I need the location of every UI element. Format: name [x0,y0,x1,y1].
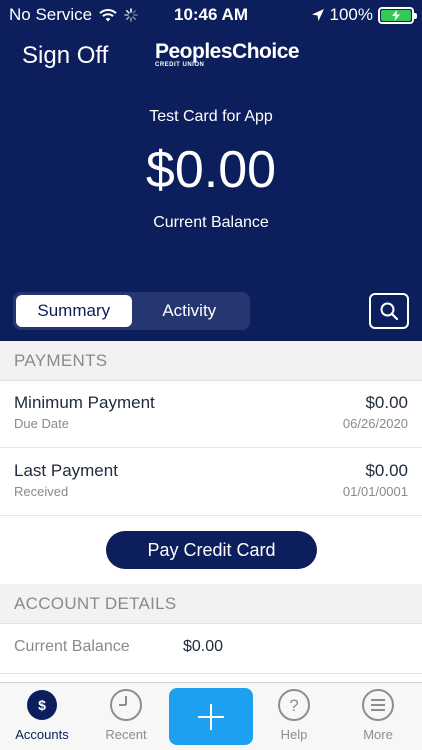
view-segmented-control: Summary Activity [13,292,250,330]
screen: No Service 10:46 AM 100% Sign Off People… [0,0,422,750]
pay-area: Pay Credit Card [0,516,422,584]
account-header: No Service 10:46 AM 100% Sign Off People… [0,0,422,341]
dollar-circle-icon: $ [24,687,60,723]
current-balance-label: Current Balance [153,214,269,231]
minimum-payment-row: Minimum Payment Due Date $0.00 06/26/202… [0,381,422,448]
tab-accounts[interactable]: $ Accounts [0,683,84,750]
battery-percent: 100% [329,5,373,24]
location-arrow-icon [311,9,324,21]
row-amount: $0.00 [365,393,408,412]
current-balance-detail-row: Current Balance $0.00 [0,624,422,674]
brand-logo: PeoplesChoice CREDIT UNION [155,40,300,68]
tab-more[interactable]: More [336,683,420,750]
row-title: Last Payment [14,461,118,480]
row-subtitle: Received [14,484,69,499]
tab-label: Accounts [15,727,69,742]
status-bar: No Service 10:46 AM 100% [0,0,422,30]
plus-icon [198,703,224,730]
svg-text:$: $ [38,697,46,713]
detail-label: Current Balance [14,638,130,655]
search-icon [380,302,399,321]
battery-icon [378,6,417,24]
status-right: 100% [311,5,417,25]
search-button[interactable] [369,293,409,329]
menu-icon [360,687,396,723]
bottom-tab-bar: $ Accounts Recent ? Help More [0,682,422,750]
svg-text:?: ? [289,696,298,715]
tab-activity[interactable]: Activity [132,295,248,327]
add-action-button[interactable] [169,688,253,745]
payments-section-title: PAYMENTS [14,351,108,370]
card-name: Test Card for App [149,108,273,125]
tab-summary[interactable]: Summary [16,295,132,327]
row-title: Minimum Payment [14,393,155,412]
question-icon: ? [276,687,312,723]
row-date: 01/01/0001 [342,484,408,499]
clock-icon [108,687,144,723]
tab-label: Recent [105,727,147,742]
brand-name: PeoplesChoice [155,40,300,63]
last-payment-row: Last Payment Received $0.00 01/01/0001 [0,449,422,516]
row-amount: $0.00 [365,461,408,480]
detail-value: $0.00 [183,638,224,655]
sign-off-button[interactable]: Sign Off [22,42,108,70]
current-balance-amount: $0.00 [145,141,277,199]
account-details-section-title: ACCOUNT DETAILS [14,594,177,613]
charging-bolt-icon [392,9,400,21]
tab-help[interactable]: ? Help [252,683,336,750]
row-subtitle: Due Date [14,416,69,431]
tab-label: More [363,727,393,742]
tab-recent[interactable]: Recent [84,683,168,750]
tab-label: Help [280,727,308,742]
payments-section-header: PAYMENTS [0,341,422,381]
pay-credit-card-button[interactable]: Pay Credit Card [106,531,317,569]
account-details-section-header: ACCOUNT DETAILS [0,584,422,624]
row-date: 06/26/2020 [342,416,408,431]
